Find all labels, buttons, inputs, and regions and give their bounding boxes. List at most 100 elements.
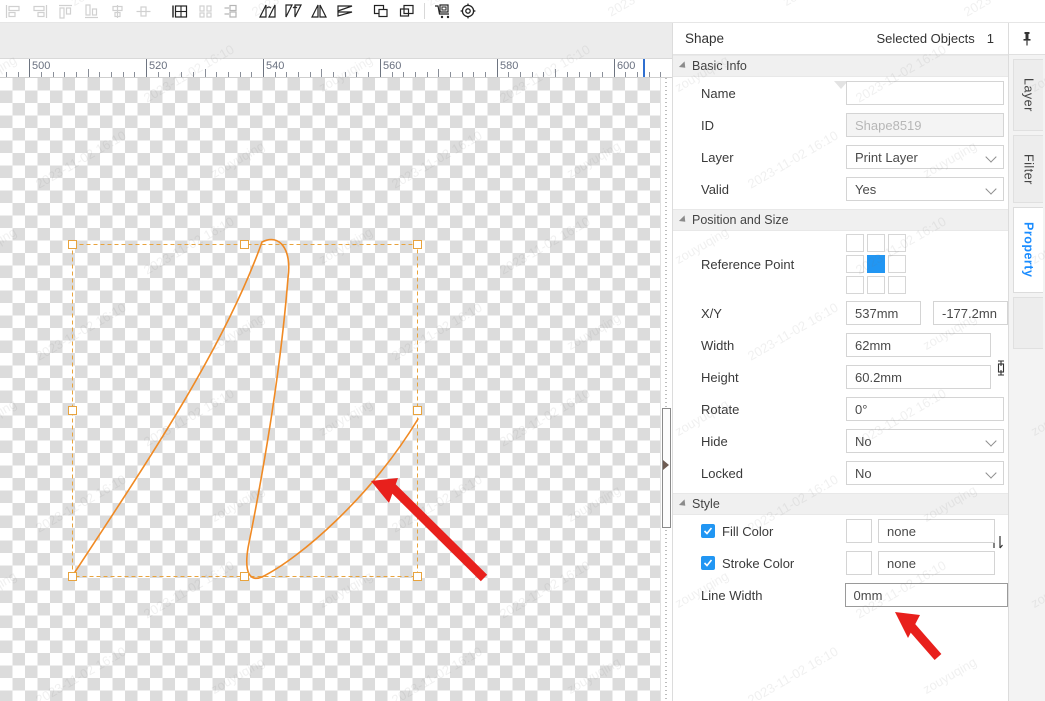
reference-point-cell-7[interactable] [867, 276, 885, 294]
reference-point-cell-4[interactable] [867, 255, 885, 273]
rotate-input[interactable]: 0° [846, 397, 1004, 421]
ruler-tick [473, 72, 474, 77]
ruler-tick [41, 72, 42, 77]
ruler-tick [228, 72, 229, 77]
selection-handle-bottom-center[interactable] [240, 572, 249, 581]
ruler-tick [6, 72, 7, 77]
fill-color-input[interactable]: none [878, 519, 995, 543]
ruler-tick [310, 72, 311, 77]
line-width-input[interactable]: 0mm [844, 583, 1008, 607]
ruler-tick [286, 72, 287, 77]
selection-handle-middle-right[interactable] [413, 406, 422, 415]
settings-gear-icon[interactable] [455, 0, 481, 22]
field-row-rotate: Rotate 0° [673, 393, 1008, 425]
stroke-color-input[interactable]: none [878, 551, 995, 575]
locked-select[interactable]: No [846, 461, 1004, 485]
label-width: Width [701, 337, 735, 353]
rotate-right-icon[interactable] [280, 0, 306, 22]
width-input[interactable]: 62mm [846, 333, 991, 357]
ruler-tick [345, 72, 346, 77]
sidebar-item-extra[interactable] [1013, 297, 1043, 349]
ruler-tick [298, 72, 299, 77]
fill-color-swatch[interactable] [846, 519, 872, 543]
ruler-tick [134, 72, 135, 77]
flip-horizontal-icon[interactable] [306, 0, 332, 22]
pin-button[interactable] [1009, 23, 1045, 55]
selection-handle-bottom-right[interactable] [413, 572, 422, 581]
selection-handle-top-right[interactable] [413, 240, 422, 249]
hide-select[interactable]: No [846, 429, 1004, 453]
send-backward-icon[interactable] [394, 0, 420, 22]
tab-property-label: Property [1021, 222, 1036, 278]
ruler-tick-label: 540 [266, 60, 285, 72]
ruler-tick [462, 72, 463, 77]
stroke-color-swatch[interactable] [846, 551, 872, 575]
layer-select[interactable]: Print Layer [846, 145, 1004, 169]
distribute-vertical-icon[interactable] [218, 0, 244, 22]
reference-point-cell-1[interactable] [867, 234, 885, 252]
reference-point-cell-5[interactable] [888, 255, 906, 273]
section-style-header[interactable]: Style [673, 493, 1008, 515]
panel-collapse-arrow-icon[interactable] [663, 460, 669, 470]
label-id: ID [701, 117, 714, 133]
panel-title: Shape [685, 31, 725, 46]
checkbox-checked-icon[interactable] [701, 556, 715, 570]
tab-filter-label: Filter [1021, 153, 1036, 185]
ruler-tick [76, 72, 77, 77]
reference-point-grid[interactable] [846, 234, 906, 294]
id-input: Shape8519 [846, 113, 1004, 137]
height-input[interactable]: 60.2mm [846, 365, 991, 389]
ruler-tick-label: 520 [149, 60, 168, 72]
field-row-line-width: Line Width 0mm [673, 579, 1008, 611]
reference-point-cell-2[interactable] [888, 234, 906, 252]
align-right-icon[interactable] [26, 0, 52, 22]
ruler-tick [555, 69, 556, 77]
align-center-horizontal-icon[interactable] [104, 0, 130, 22]
ruler-tick [158, 72, 159, 77]
align-left-icon[interactable] [0, 0, 26, 22]
sidebar-item-layer[interactable]: Layer [1013, 59, 1043, 131]
canvas-vertical-scrollbar[interactable] [660, 78, 672, 701]
canvas-area[interactable] [0, 78, 672, 701]
x-input[interactable]: 537mm [846, 301, 921, 325]
bring-forward-icon[interactable] [368, 0, 394, 22]
sidebar-item-filter[interactable]: Filter [1013, 135, 1043, 203]
reference-point-cell-6[interactable] [846, 276, 864, 294]
ruler-tick [438, 69, 439, 77]
name-input[interactable] [846, 81, 1004, 105]
sidebar-item-property[interactable]: Property [1013, 207, 1043, 293]
stroke-color-checkbox-row[interactable]: Stroke Color [701, 556, 846, 571]
selection-handle-bottom-left[interactable] [68, 572, 77, 581]
section-basic-info-header[interactable]: Basic Info [673, 55, 1008, 77]
selection-handle-top-left[interactable] [68, 240, 77, 249]
ruler-tick [637, 72, 638, 77]
ruler-horizontal[interactable]: 500 520 540 560 580 600 [0, 59, 672, 78]
print-preview-icon[interactable] [429, 0, 455, 22]
reference-point-cell-0[interactable] [846, 234, 864, 252]
selection-handle-top-center[interactable] [240, 240, 249, 249]
distribute-horizontal-icon[interactable] [192, 0, 218, 22]
y-input[interactable]: -177.2mn [933, 301, 1008, 325]
align-top-icon[interactable] [52, 0, 78, 22]
ruler-tick [532, 72, 533, 77]
distribute-grid-icon[interactable] [166, 0, 192, 22]
field-row-stroke-color: Stroke Color none [673, 547, 1008, 579]
reference-point-cell-3[interactable] [846, 255, 864, 273]
field-row-name: Name [673, 77, 1008, 109]
selection-handle-middle-left[interactable] [68, 406, 77, 415]
checkbox-checked-icon[interactable] [701, 524, 715, 538]
valid-select[interactable]: Yes [846, 177, 1004, 201]
ruler-tick [567, 72, 568, 77]
label-reference-point: Reference Point [701, 256, 795, 272]
fill-color-checkbox-row[interactable]: Fill Color [701, 524, 846, 539]
rotate-left-icon[interactable] [254, 0, 280, 22]
align-bottom-icon[interactable] [78, 0, 104, 22]
ruler-tick-label: 580 [500, 60, 519, 72]
section-position-size-header[interactable]: Position and Size [673, 209, 1008, 231]
ruler-cursor-marker [643, 59, 645, 77]
flip-vertical-icon[interactable] [332, 0, 358, 22]
align-center-vertical-icon[interactable] [130, 0, 156, 22]
reference-point-cell-8[interactable] [888, 276, 906, 294]
label-layer: Layer [701, 149, 734, 165]
ruler-tick-label: 600 [617, 60, 636, 72]
